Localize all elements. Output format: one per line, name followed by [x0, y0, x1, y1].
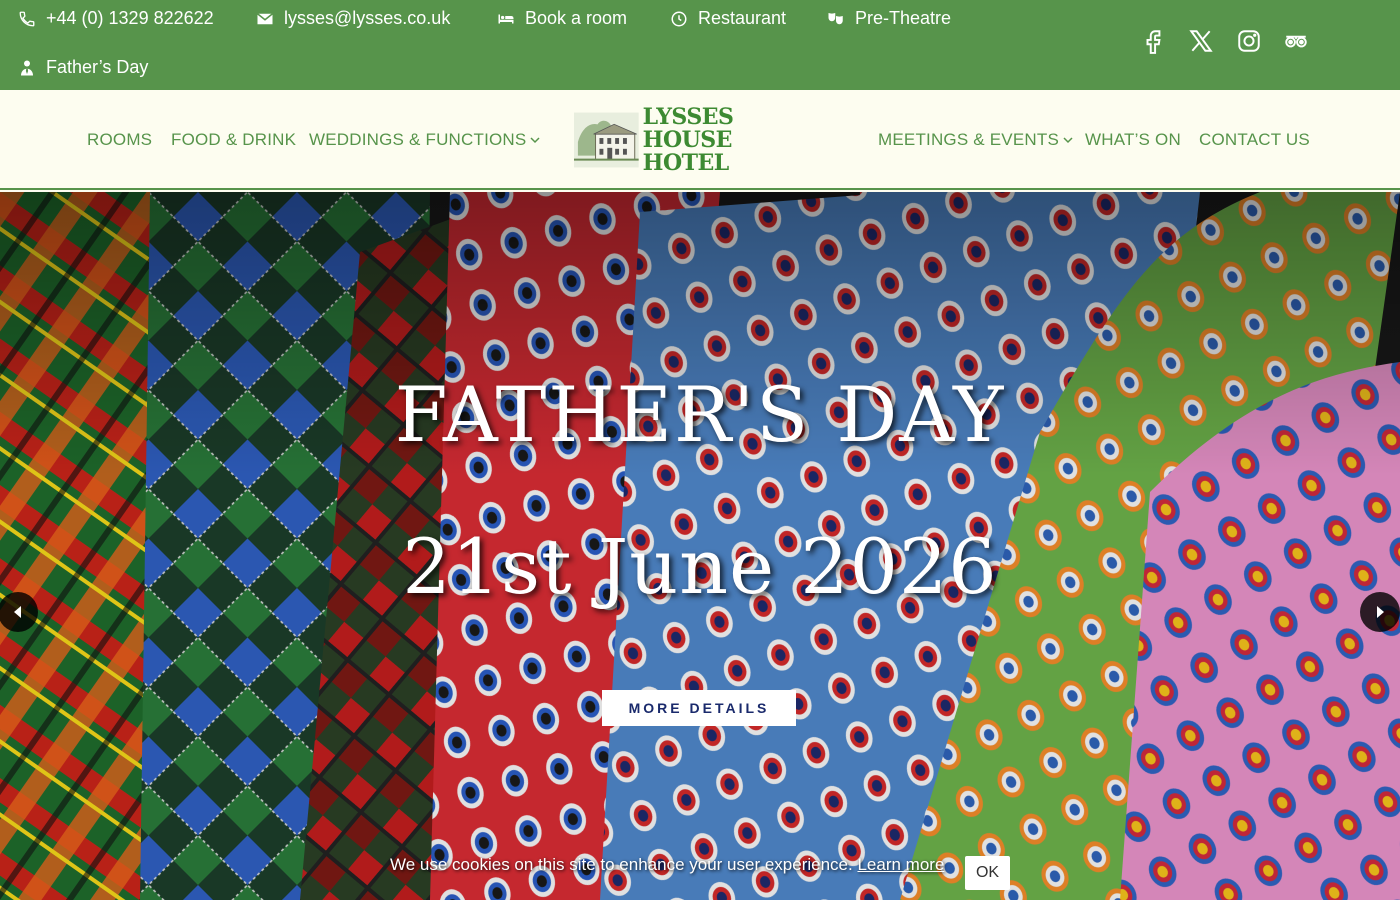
clock-icon	[671, 11, 687, 26]
book-room-link[interactable]: Book a room	[497, 8, 627, 29]
pre-theatre-link[interactable]: Pre-Theatre	[827, 8, 951, 29]
bed-icon	[498, 14, 514, 23]
facebook-link[interactable]	[1139, 26, 1169, 56]
phone-icon	[19, 11, 35, 26]
cookie-text: We use cookies on this site to enhance y…	[390, 855, 853, 874]
more-details-button[interactable]: MORE DETAILS	[602, 690, 796, 726]
nav-weddings-functions[interactable]: WEDDINGS & FUNCTIONS	[309, 130, 540, 150]
learn-more-link[interactable]: Learn more	[857, 855, 944, 874]
hero-title: FATHER'S DAY	[394, 370, 1006, 459]
nav-meetings-events[interactable]: MEETINGS & EVENTS	[878, 130, 1073, 150]
instagram-icon	[1238, 30, 1260, 52]
x-icon	[1189, 30, 1213, 52]
hotel-building-logo-icon	[574, 112, 639, 168]
cookie-ok-button[interactable]: OK	[965, 856, 1010, 890]
phone-link[interactable]: +44 (0) 1329 822622	[18, 8, 214, 29]
x-link[interactable]	[1186, 26, 1216, 56]
nav-contact-label: CONTACT US	[1199, 130, 1310, 149]
slider-next-button[interactable]	[1360, 592, 1400, 632]
tripadvisor-icon	[1285, 35, 1307, 48]
pre-theatre-label: Pre-Theatre	[855, 8, 952, 28]
nav-whats-on-label: WHAT’S ON	[1085, 130, 1181, 149]
main-header: ROOMS FOOD & DRINK WEDDINGS & FUNCTIONS …	[0, 90, 1400, 190]
fathers-day-label: Father’s Day	[46, 57, 149, 77]
nav-whats-on[interactable]: WHAT’S ON	[1085, 130, 1181, 150]
chevron-down-icon	[530, 137, 540, 144]
book-room-label: Book a room	[525, 8, 628, 28]
hero-slider: FATHER'S DAY 21st June 2026 MORE DETAILS…	[0, 192, 1400, 900]
instagram-link[interactable]	[1234, 26, 1264, 56]
person-tie-icon	[21, 60, 33, 75]
nav-food-drink[interactable]: FOOD & DRINK	[171, 130, 296, 150]
chevron-down-icon	[1063, 137, 1073, 144]
hotel-logo[interactable]: LYSSES HOUSE HOTEL	[574, 105, 826, 174]
chevron-right-icon	[1377, 606, 1384, 618]
phone-number: +44 (0) 1329 822622	[46, 8, 214, 28]
tripadvisor-link[interactable]	[1281, 26, 1311, 56]
cookie-notice: We use cookies on this site to enhance y…	[390, 855, 944, 875]
email-address: lysses@lysses.co.uk	[284, 8, 451, 28]
envelope-icon	[257, 12, 273, 24]
nav-contact-us[interactable]: CONTACT US	[1199, 130, 1310, 150]
nav-weddings-label: WEDDINGS & FUNCTIONS	[309, 130, 527, 149]
logo-line-1: LYSSES HOUSE	[642, 103, 734, 153]
hero-date: 21st June 2026	[402, 522, 998, 611]
logo-line-2: HOTEL	[642, 149, 730, 176]
restaurant-label: Restaurant	[698, 8, 787, 28]
facebook-icon	[1146, 30, 1161, 54]
nav-meetings-label: MEETINGS & EVENTS	[878, 130, 1059, 149]
email-link[interactable]: lysses@lysses.co.uk	[256, 8, 450, 29]
nav-rooms[interactable]: ROOMS	[87, 130, 152, 150]
nav-food-drink-label: FOOD & DRINK	[171, 130, 297, 149]
theatre-masks-icon	[828, 12, 843, 24]
nav-rooms-label: ROOMS	[87, 130, 153, 149]
restaurant-link[interactable]: Restaurant	[670, 8, 786, 29]
top-bar: +44 (0) 1329 822622 lysses@lysses.co.uk …	[0, 0, 1400, 90]
logo-text: LYSSES HOUSE HOTEL	[642, 103, 826, 176]
fathers-day-link[interactable]: Father’s Day	[18, 57, 148, 78]
chevron-left-icon	[14, 606, 21, 618]
